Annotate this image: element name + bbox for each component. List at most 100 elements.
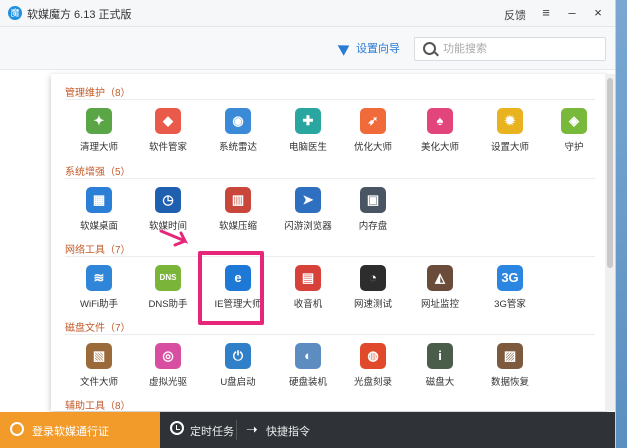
settings-icon: ✹	[497, 108, 523, 134]
browser-icon: ➤	[295, 187, 321, 213]
tool-label: 网址监控	[420, 299, 459, 310]
tool-spy[interactable]: ◭ 网址监控	[408, 259, 472, 319]
tool-shield[interactable]: ◈ 守护	[542, 102, 606, 162]
pointer-arrow-icon	[159, 229, 189, 247]
icon-glyph: ⏻	[232, 348, 244, 363]
tool-browser[interactable]: ➤ 闪游浏览器	[276, 181, 340, 241]
icon-glyph: ▤	[301, 270, 315, 285]
setup-wizard-link[interactable]: 设置向导	[337, 40, 401, 56]
section-header: 系统增强（5）	[65, 167, 131, 178]
tool-ramdisk[interactable]: ▣ 内存盘	[341, 181, 405, 241]
tool-label: 清理大师	[79, 142, 118, 153]
tool-label: 闪游浏览器	[284, 221, 332, 232]
icon-glyph: ✹	[504, 113, 516, 128]
menu-icon[interactable]: ≡	[537, 4, 555, 22]
scrollbar-thumb[interactable]	[607, 78, 613, 268]
doctor-icon: ✚	[295, 108, 321, 134]
tool-compress[interactable]: ▥ 软媒压缩	[206, 181, 270, 241]
close-icon[interactable]: ×	[589, 4, 607, 22]
quick-commands-button[interactable]: 快捷指令	[266, 423, 310, 439]
wizard-label: 设置向导	[356, 43, 401, 55]
rocket-icon: ➶	[360, 108, 386, 134]
tool-data-recovery[interactable]: ▨ 数据恢复	[478, 337, 542, 397]
tool-speed-test[interactable]: ◔ 网速测试	[341, 259, 405, 319]
tools-panel: 管理维护（8） ✦ 清理大师 ◆ 软件管家 ◉ 系统雷达 ✚ 电脑医生 ➶ 优化大师 ♠ 美化大师 ✹ 设置…	[51, 74, 607, 411]
search-input[interactable]	[441, 40, 605, 58]
time-icon: ◷	[155, 187, 181, 213]
desktop-edge	[615, 0, 627, 448]
tool-burn[interactable]: ◍ 光盘刻录	[341, 337, 405, 397]
tool-broom[interactable]: ✦ 清理大师	[67, 102, 131, 162]
scrollbar[interactable]	[605, 74, 615, 411]
toolbar: 设置向导	[0, 27, 615, 70]
app-window: 魔 软媒魔方 6.13 正式版 反馈 ≡ – × 设置向导 管理维护（8） ✦ 清理…	[0, 0, 615, 448]
dns-icon: DNS	[155, 265, 181, 291]
icon-glyph: ◔	[369, 270, 377, 285]
tool-settings[interactable]: ✹ 设置大师	[478, 102, 542, 162]
burn-icon: ◍	[360, 343, 386, 369]
tool-dns[interactable]: DNS DNS助手	[136, 259, 200, 319]
tool-label: 内存盘	[358, 221, 388, 232]
divider	[236, 420, 237, 440]
radar-icon: ◉	[225, 108, 251, 134]
tool-label: 电脑医生	[288, 142, 327, 153]
minimize-icon[interactable]: –	[563, 4, 581, 22]
icon-glyph: ▨	[503, 348, 517, 363]
tool-label: DNS助手	[148, 299, 188, 310]
tool-label: 虚拟光驱	[148, 377, 187, 388]
title-bar: 魔 软媒魔方 6.13 正式版 反馈 ≡ – ×	[0, 0, 615, 27]
section-divider	[65, 256, 595, 257]
icon-glyph: ➶	[367, 113, 379, 128]
tool-disk[interactable]: i 磁盘大	[408, 337, 472, 397]
tool-label: 文件大师	[79, 377, 118, 388]
data-recovery-icon: ▨	[497, 343, 523, 369]
tool-label: U盘启动	[220, 377, 256, 388]
tool-radar[interactable]: ◉ 系统雷达	[206, 102, 270, 162]
tool-file-master[interactable]: ▧ 文件大师	[67, 337, 131, 397]
icon-glyph: ▣	[366, 192, 380, 207]
section-header: 网络工具（7）	[65, 245, 131, 256]
search-box[interactable]	[414, 37, 606, 61]
tool-software-manager[interactable]: ◆ 软件管家	[136, 102, 200, 162]
icon-glyph: ▥	[231, 192, 245, 207]
section-divider	[65, 99, 595, 100]
feedback-button[interactable]: 反馈	[504, 7, 526, 23]
icon-glyph: 3G	[501, 270, 519, 285]
wizard-arrow-icon	[337, 40, 353, 56]
icon-glyph: ✚	[302, 113, 314, 128]
broom-icon: ✦	[86, 108, 112, 134]
tool-label: 硬盘装机	[288, 377, 327, 388]
tool-label: 收音机	[293, 299, 323, 310]
shirt-icon: ♠	[427, 108, 453, 134]
tool-label: 守护	[564, 142, 584, 153]
tool-radio[interactable]: ▤ 收音机	[276, 259, 340, 319]
tool-wifi[interactable]: ≋ WiFi助手	[67, 259, 131, 319]
tool-usb-boot[interactable]: ⏻ U盘启动	[206, 337, 270, 397]
speed-test-icon: ◔	[360, 265, 386, 291]
tool-virtual-drive[interactable]: ◎ 虚拟光驱	[136, 337, 200, 397]
section-header: 磁盘文件（7）	[65, 323, 131, 334]
icon-glyph: i	[438, 348, 442, 363]
clock-icon	[170, 421, 184, 435]
tool-label: 美化大师	[420, 142, 459, 153]
icon-glyph: ◆	[163, 113, 173, 128]
tool-3g[interactable]: 3G 3G管家	[478, 259, 542, 319]
tool-label: 网速测试	[353, 299, 392, 310]
scheduled-tasks-button[interactable]: 定时任务	[190, 423, 234, 439]
tool-label: WiFi助手	[80, 299, 118, 310]
login-button[interactable]: 登录软媒通行证	[0, 412, 160, 448]
3g-icon: 3G	[497, 265, 523, 291]
tool-rocket[interactable]: ➶ 优化大师	[341, 102, 405, 162]
icon-glyph: ◈	[569, 113, 579, 128]
desktop-icon: ▦	[86, 187, 112, 213]
icon-glyph: ◉	[232, 113, 244, 128]
tool-desktop[interactable]: ▦ 软媒桌面	[67, 181, 131, 241]
tool-doctor[interactable]: ✚ 电脑医生	[276, 102, 340, 162]
disk-icon: i	[427, 343, 453, 369]
software-manager-icon: ◆	[155, 108, 181, 134]
file-master-icon: ▧	[86, 343, 112, 369]
icon-glyph: ▦	[92, 192, 106, 207]
tool-hdd-install[interactable]: ◐ 硬盘装机	[276, 337, 340, 397]
tool-shirt[interactable]: ♠ 美化大师	[408, 102, 472, 162]
radio-icon: ▤	[295, 265, 321, 291]
